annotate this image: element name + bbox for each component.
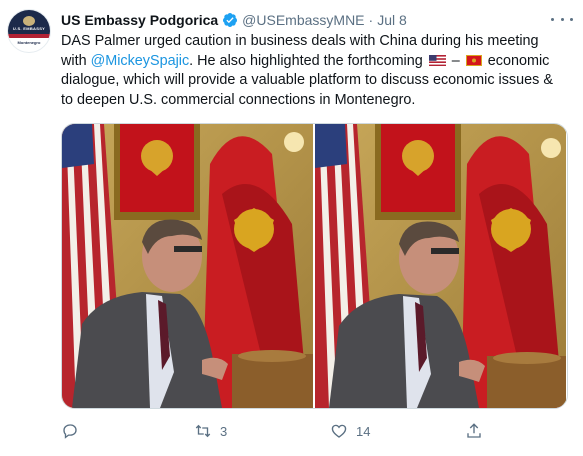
us-flag-icon [428, 54, 446, 66]
avatar-text-bottom: Montenegro [17, 40, 41, 45]
tweet-text-part2: . He also highlighted the forthcoming [189, 52, 427, 69]
avatar[interactable]: U.S. EMBASSY Montenegro [7, 9, 51, 53]
tweet-date[interactable]: Jul 8 [377, 12, 407, 28]
like-icon [331, 424, 347, 438]
mention-link[interactable]: @MickeySpajic [91, 53, 190, 69]
tweet-text: DAS Palmer urged caution in business dea… [61, 32, 566, 110]
reply-icon [63, 424, 77, 439]
more-icon[interactable] [551, 12, 573, 26]
account-name[interactable]: US Embassy Podgorica [61, 12, 218, 28]
account-handle[interactable]: @USEmbassyMNE [242, 12, 364, 28]
flag-dash: – [447, 52, 464, 69]
tweet-card[interactable]: U.S. EMBASSY Montenegro US Embassy Podgo… [0, 0, 583, 456]
avatar-text-top: U.S. EMBASSY [12, 26, 46, 31]
share-button[interactable] [465, 421, 491, 441]
separator-dot: · [368, 12, 374, 28]
tweet-header: US Embassy Podgorica @USEmbassyMNE · Jul… [61, 11, 407, 29]
tweet-actions: 3 14 [61, 421, 481, 441]
retweet-button[interactable]: 3 [194, 421, 227, 441]
reply-button[interactable] [61, 421, 87, 441]
retweet-count: 3 [220, 423, 228, 439]
verified-icon [222, 12, 238, 28]
like-count: 14 [356, 423, 371, 439]
retweet-icon [195, 424, 211, 438]
embassy-seal-icon [23, 16, 35, 26]
tweet-media[interactable] [61, 123, 568, 409]
like-button[interactable]: 14 [330, 421, 370, 441]
share-icon [467, 423, 481, 438]
montenegro-flag-icon [465, 54, 482, 66]
photo-left[interactable] [62, 124, 313, 408]
photo-right[interactable] [315, 124, 566, 408]
